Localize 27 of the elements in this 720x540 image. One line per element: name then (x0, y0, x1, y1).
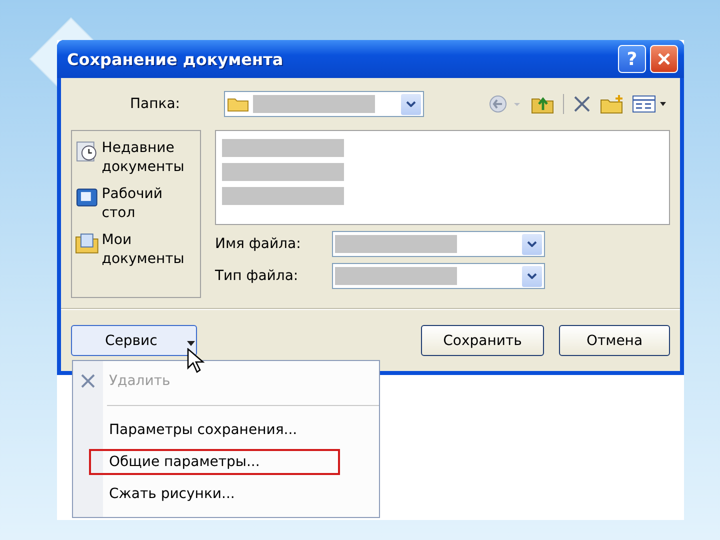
field-dropdown[interactable] (332, 231, 545, 257)
back-icon[interactable] (489, 94, 523, 114)
menu-item[interactable]: Сжать рисунки... (89, 481, 241, 507)
window-title: Сохранение документа (67, 50, 284, 68)
field-dropdown[interactable] (332, 263, 545, 289)
new-folder-icon[interactable] (600, 94, 624, 114)
close-icon (657, 52, 671, 66)
recent-documents-icon[interactable] (75, 139, 99, 163)
place-label[interactable]: Недавние документы (102, 139, 197, 177)
menu-item[interactable]: Общие параметры... (89, 449, 340, 475)
delete-icon[interactable] (572, 94, 592, 114)
folder-icon (227, 96, 249, 112)
place-label[interactable]: Рабочий стол (102, 185, 197, 223)
save-button[interactable]: Сохранить (421, 325, 544, 356)
delete-icon (79, 372, 97, 390)
folder-label: Папка: (128, 96, 181, 112)
menu-item[interactable]: Параметры сохранения... (89, 417, 304, 443)
place-label[interactable]: Мои документы (102, 231, 197, 269)
views-icon[interactable] (632, 94, 668, 114)
help-button[interactable]: ? (618, 45, 646, 73)
field-label: Имя файла: (215, 236, 302, 252)
my-documents-icon[interactable] (75, 231, 99, 255)
tools-button[interactable]: Сервис (71, 325, 197, 356)
field-label: Тип файла: (215, 268, 300, 284)
cancel-button[interactable]: Отмена (559, 325, 670, 356)
folder-dropdown[interactable] (224, 91, 424, 117)
close-button[interactable] (650, 45, 678, 73)
